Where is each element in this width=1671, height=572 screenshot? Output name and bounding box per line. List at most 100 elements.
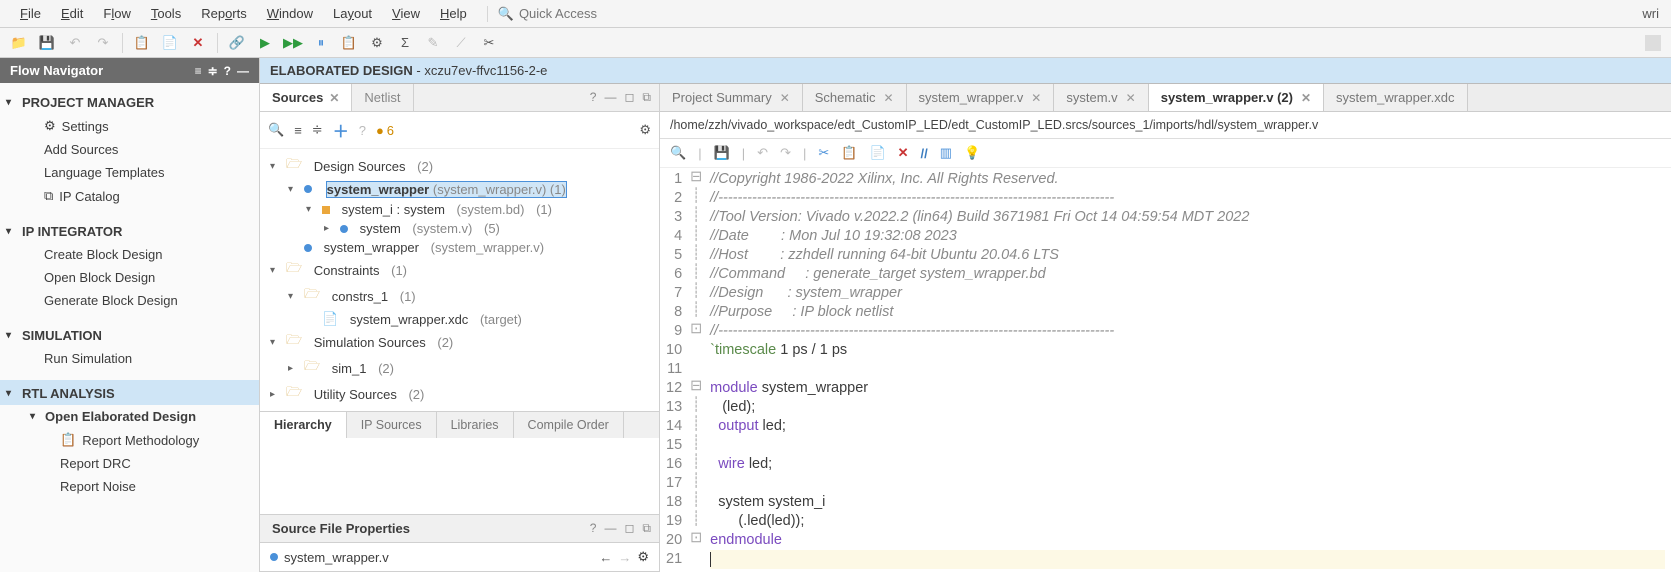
tree-sim-1[interactable]: ▸🗁 sim_1 (2) xyxy=(282,355,655,381)
copy-icon[interactable]: 📋 xyxy=(841,145,857,161)
help-icon[interactable]: ? xyxy=(590,90,597,105)
warning-badge[interactable]: ●6 xyxy=(376,123,394,138)
expand-icon[interactable]: ≑ xyxy=(312,122,323,138)
maximize-icon[interactable]: ◻ xyxy=(624,521,634,536)
close-icon[interactable]: ✕ xyxy=(1031,91,1041,105)
quick-access[interactable]: 🔍 xyxy=(487,6,719,22)
nav-run-simulation[interactable]: Run Simulation xyxy=(0,347,259,370)
nav-simulation[interactable]: SIMULATION xyxy=(0,322,259,347)
restore-icon[interactable]: ⧉ xyxy=(642,90,651,105)
tool3-icon[interactable]: ✂ xyxy=(480,34,498,52)
new-project-icon[interactable]: 📁 xyxy=(10,34,28,52)
menu-tools[interactable]: Tools xyxy=(141,2,191,25)
btab-hierarchy[interactable]: Hierarchy xyxy=(260,412,347,438)
nav-language-templates[interactable]: Language Templates xyxy=(0,161,259,184)
menu-file[interactable]: File xyxy=(10,2,51,25)
etab-schematic[interactable]: Schematic✕ xyxy=(803,84,907,111)
collapse-icon[interactable] xyxy=(1645,35,1661,51)
tree-system-i[interactable]: ▾ system_i : system (system.bd) (1) xyxy=(300,200,655,219)
bulb-icon[interactable]: 💡 xyxy=(964,145,980,161)
close-icon[interactable]: ✕ xyxy=(329,91,339,105)
forward-icon[interactable]: → xyxy=(618,550,631,565)
close-icon[interactable]: ✕ xyxy=(883,91,893,105)
tab-sources[interactable]: Sources✕ xyxy=(260,84,352,111)
nav-open-elab[interactable]: ▾Open Elaborated Design xyxy=(0,405,259,428)
menu-layout[interactable]: Layout xyxy=(323,2,382,25)
expand-icon[interactable]: ≑ xyxy=(208,64,218,78)
undo-icon[interactable]: ↶ xyxy=(757,145,768,161)
help-icon[interactable]: ? xyxy=(359,123,366,138)
etab-project-summary[interactable]: Project Summary✕ xyxy=(660,84,803,111)
nav-report-drc[interactable]: Report DRC xyxy=(0,452,259,475)
menu-help[interactable]: Help xyxy=(430,2,477,25)
sigma-icon[interactable]: Σ xyxy=(396,34,414,52)
tool2-icon[interactable]: ⟋ xyxy=(452,34,470,52)
add-icon[interactable]: ＋ xyxy=(333,118,349,142)
btab-libraries[interactable]: Libraries xyxy=(437,412,514,438)
nav-project-manager[interactable]: PROJECT MANAGER xyxy=(0,89,259,114)
close-icon[interactable]: ✕ xyxy=(1126,91,1136,105)
search-icon[interactable]: 🔍 xyxy=(670,145,686,161)
clipboard-icon[interactable]: 📋 xyxy=(340,34,358,52)
undo-icon[interactable]: ↶ xyxy=(66,34,84,52)
nav-add-sources[interactable]: Add Sources xyxy=(0,138,259,161)
paste-icon[interactable]: 📄 xyxy=(869,145,885,161)
tree-xdc[interactable]: 📄 system_wrapper.xdc (target) xyxy=(300,309,655,329)
tool1-icon[interactable]: ✎ xyxy=(424,34,442,52)
redo-icon[interactable]: ↷ xyxy=(780,145,791,161)
close-icon[interactable]: ✕ xyxy=(1301,91,1311,105)
gear-icon[interactable]: ⚙ xyxy=(639,122,651,138)
maximize-icon[interactable]: ◻ xyxy=(624,90,634,105)
help-icon[interactable]: ? xyxy=(590,521,597,536)
nav-ip-integrator[interactable]: IP INTEGRATOR xyxy=(0,218,259,243)
settings-icon[interactable]: ⚙ xyxy=(368,34,386,52)
comment-icon[interactable]: // xyxy=(921,146,928,161)
tree-utility-sources[interactable]: ▸🗁 Utility Sources (2) xyxy=(264,381,655,407)
nav-create-block[interactable]: Create Block Design xyxy=(0,243,259,266)
indent-icon[interactable]: ▥ xyxy=(940,145,952,161)
tree-system-wrapper-2[interactable]: system_wrapper (system_wrapper.v) xyxy=(282,238,655,257)
tree-design-sources[interactable]: ▾🗁 Design Sources (2) xyxy=(264,153,655,179)
code-area[interactable]: 123456789101112131415161718192021 ⊟┊┊┊┊┊… xyxy=(660,168,1671,572)
etab-system-wrapper-v[interactable]: system_wrapper.v✕ xyxy=(907,84,1055,111)
tree-constrs-1[interactable]: ▾🗁 constrs_1 (1) xyxy=(282,283,655,309)
run-step-icon[interactable]: ▶▶ xyxy=(284,34,302,52)
minimize-icon[interactable]: — xyxy=(604,90,616,105)
menu-reports[interactable]: Reports xyxy=(191,2,257,25)
menu-window[interactable]: Window xyxy=(257,2,323,25)
etab-system-wrapper-xdc[interactable]: system_wrapper.xdc xyxy=(1324,84,1468,111)
cancel-icon[interactable]: ✕ xyxy=(189,34,207,52)
find-icon[interactable]: 🔗 xyxy=(228,34,246,52)
paste-icon[interactable]: 📄 xyxy=(161,34,179,52)
minimize-icon[interactable]: — xyxy=(237,64,249,78)
stop-icon[interactable]: ⏸ xyxy=(312,34,330,52)
nav-open-block[interactable]: Open Block Design xyxy=(0,266,259,289)
tab-netlist[interactable]: Netlist xyxy=(352,84,413,111)
tree-system-wrapper[interactable]: ▾ system_wrapper (system_wrapper.v) (1) xyxy=(282,179,655,200)
etab-system-v[interactable]: system.v✕ xyxy=(1054,84,1148,111)
menu-edit[interactable]: Edit xyxy=(51,2,93,25)
btab-compile-order[interactable]: Compile Order xyxy=(514,412,624,438)
nav-settings[interactable]: ⚙Settings xyxy=(0,114,259,138)
copy-icon[interactable]: 📋 xyxy=(133,34,151,52)
menu-view[interactable]: View xyxy=(382,2,430,25)
code-text[interactable]: //Copyright 1986-2022 Xilinx, Inc. All R… xyxy=(704,168,1671,572)
cut-icon[interactable]: ✂ xyxy=(818,145,829,161)
collapse-all-icon[interactable]: ≡ xyxy=(195,64,202,78)
quick-access-input[interactable] xyxy=(519,6,719,21)
menu-flow[interactable]: Flow xyxy=(93,2,140,25)
tree-system[interactable]: ▸ system (system.v) (5) xyxy=(318,219,655,238)
run-icon[interactable]: ▶ xyxy=(256,34,274,52)
nav-report-methodology[interactable]: 📋Report Methodology xyxy=(0,428,259,452)
nav-report-noise[interactable]: Report Noise xyxy=(0,475,259,498)
btab-ip-sources[interactable]: IP Sources xyxy=(347,412,437,438)
tree-constraints[interactable]: ▾🗁 Constraints (1) xyxy=(264,257,655,283)
help-icon[interactable]: ? xyxy=(224,64,231,78)
nav-ip-catalog[interactable]: ⧉IP Catalog xyxy=(0,184,259,208)
nav-generate-block[interactable]: Generate Block Design xyxy=(0,289,259,312)
etab-system-wrapper-v-2[interactable]: system_wrapper.v (2)✕ xyxy=(1149,84,1324,111)
minimize-icon[interactable]: — xyxy=(604,521,616,536)
redo-icon[interactable]: ↷ xyxy=(94,34,112,52)
back-icon[interactable]: ← xyxy=(599,550,612,565)
search-icon[interactable]: 🔍 xyxy=(268,122,284,138)
